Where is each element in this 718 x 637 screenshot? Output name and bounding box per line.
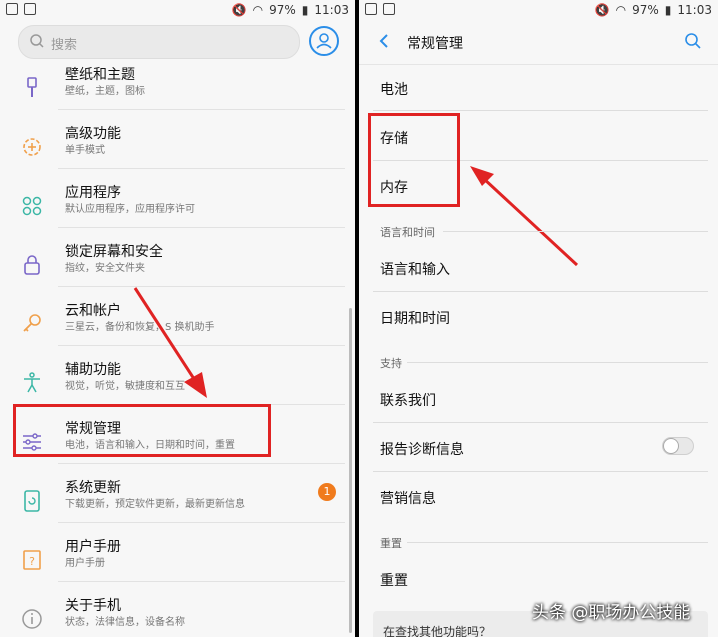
menu-item-reset[interactable]: 重置 (380, 570, 408, 590)
promo-text: 在查找其他功能吗？ (383, 625, 492, 637)
menu-item-contact-us[interactable]: 联系我们 (380, 390, 436, 410)
divider (443, 231, 708, 232)
divider (373, 422, 708, 423)
menu-item-marketing-info[interactable]: 营销信息 (380, 488, 436, 508)
section-support: 支持 (380, 357, 402, 370)
divider (407, 362, 708, 363)
annotation-arrow (133, 287, 207, 398)
general-management-pane: 🔇 ◠ 97% ▮ 11:03 常规管理 电池 存储 内存 语言和时间 语言和输… (359, 0, 718, 637)
section-language: 语言和时间 (380, 226, 435, 239)
toggle-knob (663, 438, 679, 454)
section-reset: 重置 (380, 537, 402, 550)
menu-item-report-diagnostics[interactable]: 报告诊断信息 (380, 439, 464, 459)
diagnostics-toggle[interactable] (662, 437, 694, 455)
menu-item-date-time[interactable]: 日期和时间 (380, 308, 450, 328)
menu-item-language-input[interactable]: 语言和输入 (380, 259, 450, 279)
watermark: 头条 @职场办公技能 (532, 603, 691, 623)
divider (373, 471, 708, 472)
settings-pane: 🔇 ◠ 97% ▮ 11:03 搜索 壁纸和主题 壁纸，主题，图标 高级功能 单手模式… (0, 0, 355, 637)
divider (407, 542, 708, 543)
divider (373, 291, 708, 292)
